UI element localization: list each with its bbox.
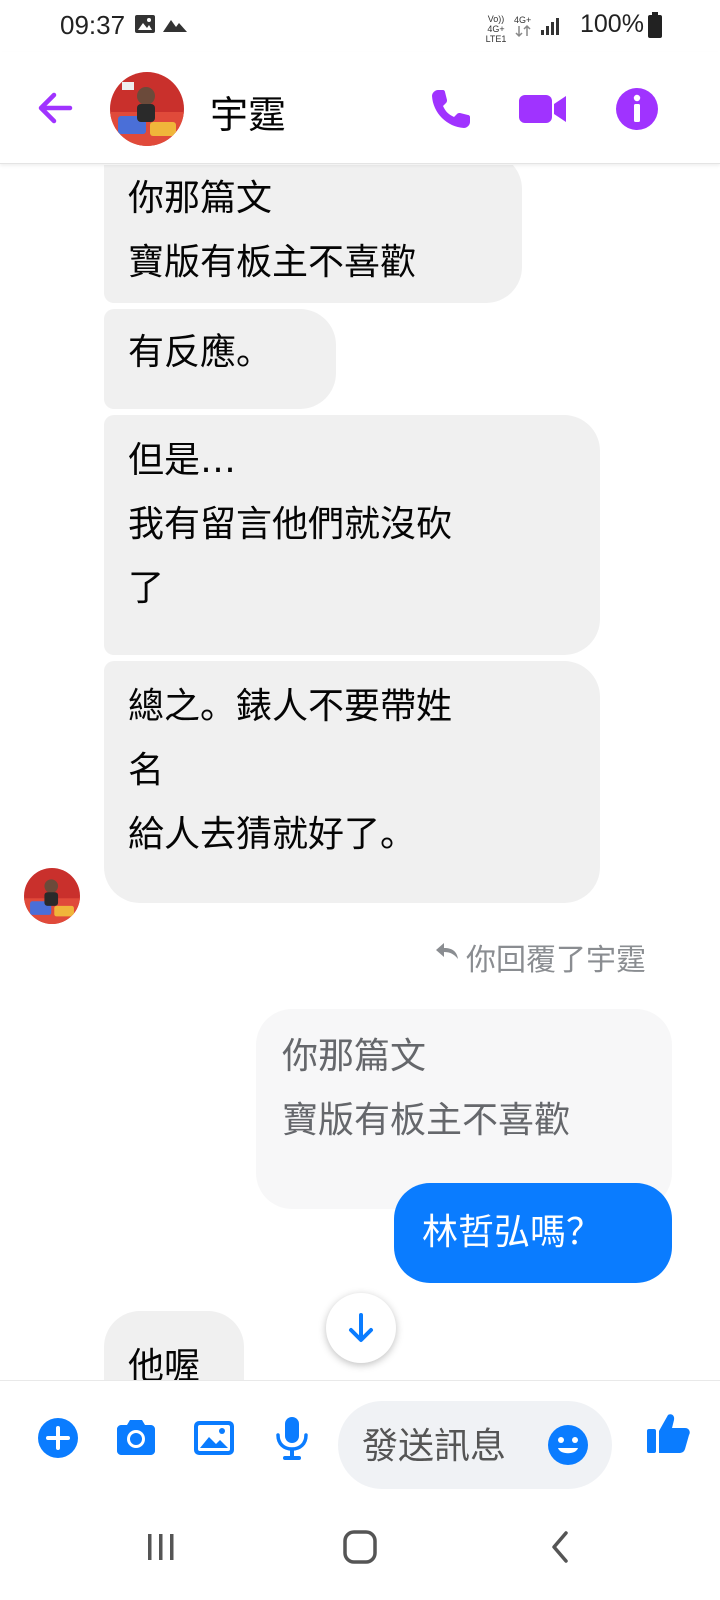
contact-name[interactable]: 宇霆	[210, 84, 286, 139]
more-actions-button[interactable]	[33, 1413, 83, 1463]
mountain-notification-icon	[162, 15, 188, 37]
gallery-icon	[194, 1421, 234, 1455]
emoji-icon	[548, 1425, 588, 1465]
scroll-to-bottom-button[interactable]	[326, 1293, 396, 1363]
home-icon	[343, 1530, 377, 1564]
back-button[interactable]	[30, 82, 82, 134]
info-icon	[616, 88, 658, 130]
recent-apps-button[interactable]	[136, 1522, 186, 1572]
contact-avatar[interactable]	[110, 72, 184, 146]
quoted-message[interactable]: 你那篇文 寶版有板主不喜歡	[256, 1009, 672, 1209]
data-arrows-icon: 4G+	[514, 14, 534, 42]
thumbs-up-icon	[647, 1414, 690, 1453]
plus-icon	[38, 1418, 78, 1458]
reply-indicator: 你回覆了宇霆	[436, 935, 646, 978]
status-time: 09:37	[60, 10, 126, 40]
info-button[interactable]	[610, 82, 664, 136]
message-input[interactable]	[362, 1421, 512, 1471]
signal-icon	[540, 16, 562, 40]
received-message[interactable]: 有反應。	[104, 309, 336, 409]
received-message[interactable]: 但是… 我有留言他們就沒砍 了	[104, 415, 600, 655]
received-message[interactable]: 你那篇文 寶版有板主不喜歡	[104, 165, 522, 303]
message-input-container[interactable]	[338, 1401, 612, 1489]
camera-button[interactable]	[111, 1413, 161, 1463]
home-button[interactable]	[336, 1522, 386, 1572]
received-message[interactable]: 他喔	[104, 1311, 244, 1380]
gallery-button[interactable]	[189, 1413, 239, 1463]
like-button[interactable]	[644, 1409, 694, 1459]
video-call-button[interactable]	[516, 82, 570, 136]
status-bar: 09:37 Vo)) 4G+ LTE1 4G+ 100%	[0, 0, 720, 52]
voice-message-button[interactable]	[267, 1413, 317, 1463]
system-back-button[interactable]	[536, 1522, 586, 1572]
message-list[interactable]: 你那篇文 寶版有板主不喜歡 有反應。 但是… 我有留言他們就沒砍 了 總之。錶人…	[0, 165, 720, 1380]
back-arrow-icon	[38, 92, 73, 124]
call-button[interactable]	[424, 82, 478, 136]
battery-icon	[648, 12, 662, 42]
back-icon	[552, 1531, 568, 1563]
network-label: Vo)) 4G+ LTE1	[485, 14, 507, 44]
recent-apps-icon	[148, 1534, 174, 1560]
reply-label: 你回覆了宇霆	[466, 943, 646, 978]
video-camera-icon	[519, 95, 566, 123]
emoji-button[interactable]	[546, 1423, 590, 1467]
phone-icon	[432, 90, 470, 128]
reply-arrow-icon	[436, 943, 458, 959]
conversation-header: 宇霆	[0, 52, 720, 164]
sent-message[interactable]: 林哲弘嗎？	[394, 1183, 672, 1283]
gallery-notification-icon	[134, 13, 156, 39]
arrow-down-icon	[349, 1313, 373, 1342]
svg-text:4G+: 4G+	[514, 15, 531, 25]
message-composer	[0, 1380, 720, 1494]
sender-avatar[interactable]	[24, 868, 80, 924]
received-message[interactable]: 總之。錶人不要帶姓 名 給人去猜就好了。	[104, 661, 600, 903]
microphone-icon	[276, 1417, 308, 1460]
camera-icon	[117, 1420, 155, 1455]
battery-percent: 100%	[580, 10, 644, 38]
system-navigation-bar	[0, 1494, 720, 1600]
